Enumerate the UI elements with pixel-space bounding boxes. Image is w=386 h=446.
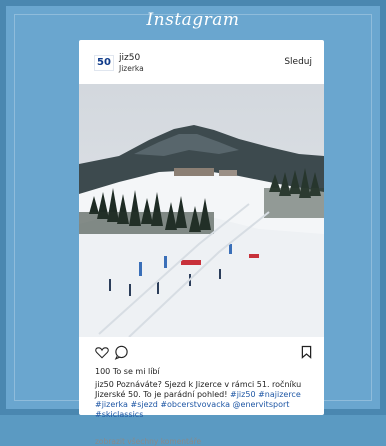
action-bar [79,342,324,362]
likes-count[interactable]: 100 To se mi líbí [95,367,160,376]
post-caption: jiz50 Poznáváte? Sjezd k Jizerce v rámci… [95,380,315,420]
bookmark-icon[interactable] [301,345,312,359]
follow-button[interactable]: Sleduj [284,57,312,67]
post-header: 50 jiz50 Jizerka Sleduj [79,40,324,84]
avatar[interactable]: 50 [94,55,114,71]
location[interactable]: Jizerka [119,64,144,73]
username[interactable]: jiz50 [119,53,140,63]
post-photo[interactable] [79,84,324,337]
comment-icon[interactable] [114,345,129,360]
heart-icon[interactable] [95,346,109,359]
instagram-logo: Instagram [146,10,240,30]
view-all-comments-link[interactable]: zobrazit všechny komentáře [95,437,201,446]
post-card: 50 jiz50 Jizerka Sleduj 100 To se mi líb… [79,40,324,446]
